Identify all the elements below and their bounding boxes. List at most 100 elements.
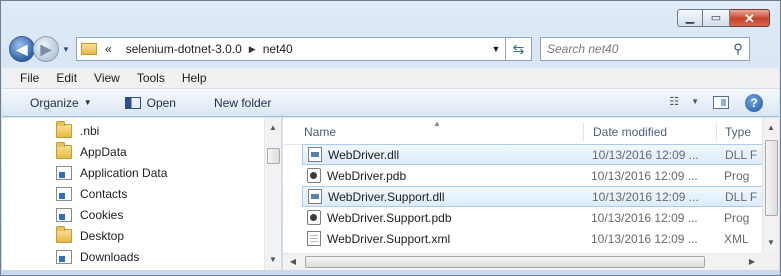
open-button[interactable]: Open [124, 95, 176, 110]
close-icon: ✕ [744, 10, 755, 26]
files-horizontal-scrollbar[interactable]: ◀ ▶ [283, 253, 762, 270]
chevron-down-icon: ▼ [83, 98, 92, 107]
open-label: Open [146, 95, 176, 110]
column-header-row: ▲ Name Date modified Type [283, 118, 779, 145]
column-divider[interactable] [716, 122, 717, 142]
dll-file-icon [308, 147, 322, 162]
folder-icon [56, 225, 72, 243]
shortcut-folder-icon [56, 207, 72, 222]
navigation-bar: ◀ ▶ ▼ « selenium-dotnet-3.0.0 ▶ net40 ▼ … [9, 34, 772, 64]
file-name: WebDriver.Support.pdb [327, 210, 452, 225]
nav-vertical-scrollbar[interactable]: ▲ ▼ [264, 118, 281, 270]
tree-item-label: .nbi [80, 123, 100, 138]
file-list: ▲ Name Date modified Type WebDriver.dll 1… [283, 118, 779, 270]
change-view-button[interactable]: ☷ ▼ [669, 95, 699, 108]
shortcut-folder-icon [56, 249, 72, 264]
file-row[interactable]: WebDriver.Support.pdb 10/13/2016 12:09 ..… [302, 207, 779, 228]
folder-icon [81, 43, 97, 55]
breadcrumb-selenium-dotnet[interactable]: selenium-dotnet-3.0.0 [126, 42, 242, 56]
scroll-down-icon[interactable]: ▼ [763, 235, 779, 251]
file-name: WebDriver.pdb [327, 168, 407, 183]
scroll-left-icon[interactable]: ◀ [285, 254, 301, 270]
refresh-button[interactable]: ⇆ [506, 37, 532, 61]
tree-item[interactable]: .nbi [56, 120, 99, 141]
file-date-modified: 10/13/2016 12:09 ... [591, 231, 698, 246]
forward-button[interactable]: ▶ [33, 36, 59, 62]
sort-ascending-icon: ▲ [433, 119, 441, 128]
back-button[interactable]: ◀ [9, 36, 35, 62]
file-row[interactable]: WebDriver.Support.dll 10/13/2016 12:09 ..… [302, 186, 779, 207]
files-vertical-scrollbar[interactable]: ▲ ▼ [762, 118, 779, 253]
folder-tree: .nbi AppData Application Data Contacts Cooki… [2, 118, 265, 270]
recent-pages-dropdown[interactable]: ▼ [60, 45, 72, 54]
tree-item-label: Desktop [80, 228, 125, 243]
file-row[interactable]: WebDriver.pdb 10/13/2016 12:09 ... Prog [302, 165, 779, 186]
scroll-thumb[interactable] [267, 148, 280, 164]
search-box[interactable]: Search net40 ⚲ [540, 37, 750, 61]
folder-icon [56, 141, 72, 159]
column-date-modified[interactable]: Date modified [593, 125, 667, 139]
file-name: WebDriver.Support.dll [328, 189, 445, 204]
tree-item-label: Downloads [80, 249, 140, 264]
tree-item[interactable]: Downloads [56, 246, 139, 267]
scroll-thumb[interactable] [305, 256, 705, 268]
address-bar[interactable]: « selenium-dotnet-3.0.0 ▶ net40 ▼ [76, 37, 506, 61]
scroll-up-icon[interactable]: ▲ [265, 120, 281, 136]
tree-item-label: Contacts [80, 186, 128, 201]
folder-icon [56, 120, 72, 138]
menu-edit[interactable]: Edit [56, 71, 77, 85]
file-type: XML [724, 231, 749, 246]
file-type: Prog [724, 210, 750, 225]
search-icon[interactable]: ⚲ [727, 41, 749, 57]
file-row[interactable]: WebDriver.Support.xml 10/13/2016 12:09 ..… [302, 228, 779, 249]
tree-item[interactable]: Contacts [56, 183, 127, 204]
new-folder-button[interactable]: New folder [214, 96, 271, 110]
caption-buttons: ▁ ▭ ✕ [677, 9, 770, 27]
maximize-button[interactable]: ▭ [703, 9, 730, 27]
help-icon[interactable]: ? [745, 94, 763, 112]
organize-label: Organize [30, 95, 79, 110]
breadcrumb-net40[interactable]: net40 [263, 42, 293, 56]
menu-help[interactable]: Help [182, 71, 207, 85]
tree-item[interactable]: Desktop [56, 225, 124, 246]
maximize-icon: ▭ [710, 11, 722, 24]
file-date-modified: 10/13/2016 12:09 ... [591, 168, 698, 183]
chevron-down-icon[interactable]: ▼ [691, 97, 699, 106]
tree-item-label: Application Data [80, 165, 168, 180]
tree-item[interactable]: Application Data [56, 162, 167, 183]
organize-button[interactable]: Organize ▼ [30, 96, 92, 110]
command-bar: Organize ▼ Open New folder ☷ ▼ ? [2, 89, 779, 117]
file-name: WebDriver.dll [328, 147, 400, 162]
shortcut-folder-icon [56, 186, 72, 201]
file-date-modified: 10/13/2016 12:09 ... [591, 210, 698, 225]
refresh-icon: ⇆ [512, 40, 525, 57]
column-divider[interactable] [583, 122, 584, 142]
column-type[interactable]: Type [725, 125, 751, 139]
menu-tools[interactable]: Tools [137, 71, 165, 85]
tree-item[interactable]: AppData [56, 141, 127, 162]
scroll-down-icon[interactable]: ▼ [265, 252, 281, 268]
navigation-pane: .nbi AppData Application Data Contacts Cooki… [2, 118, 282, 270]
scroll-right-icon[interactable]: ▶ [744, 254, 760, 270]
preview-pane-icon[interactable] [713, 96, 729, 109]
file-type: Prog [724, 168, 750, 183]
menu-file[interactable]: File [20, 71, 39, 85]
minimize-button[interactable]: ▁ [677, 9, 703, 27]
search-placeholder: Search net40 [547, 42, 619, 56]
tree-item-label: AppData [80, 144, 127, 159]
file-row[interactable]: WebDriver.dll 10/13/2016 12:09 ... DLL F [302, 144, 779, 165]
scrollbar-corner [762, 253, 779, 270]
address-overflow[interactable]: « [105, 42, 112, 56]
close-button[interactable]: ✕ [730, 9, 770, 27]
file-type: DLL F [725, 189, 758, 204]
breadcrumb-chevron-icon[interactable]: ▶ [249, 44, 256, 55]
tree-item[interactable]: Cookies [56, 204, 123, 225]
address-dropdown-icon[interactable]: ▼ [487, 44, 505, 54]
xml-file-icon [307, 231, 321, 246]
menu-view[interactable]: View [94, 71, 120, 85]
column-name[interactable]: Name [304, 125, 336, 139]
file-date-modified: 10/13/2016 12:09 ... [592, 189, 699, 204]
scroll-thumb[interactable] [765, 140, 778, 216]
scroll-up-icon[interactable]: ▲ [763, 120, 779, 136]
details-view-icon: ☷ [669, 96, 680, 108]
